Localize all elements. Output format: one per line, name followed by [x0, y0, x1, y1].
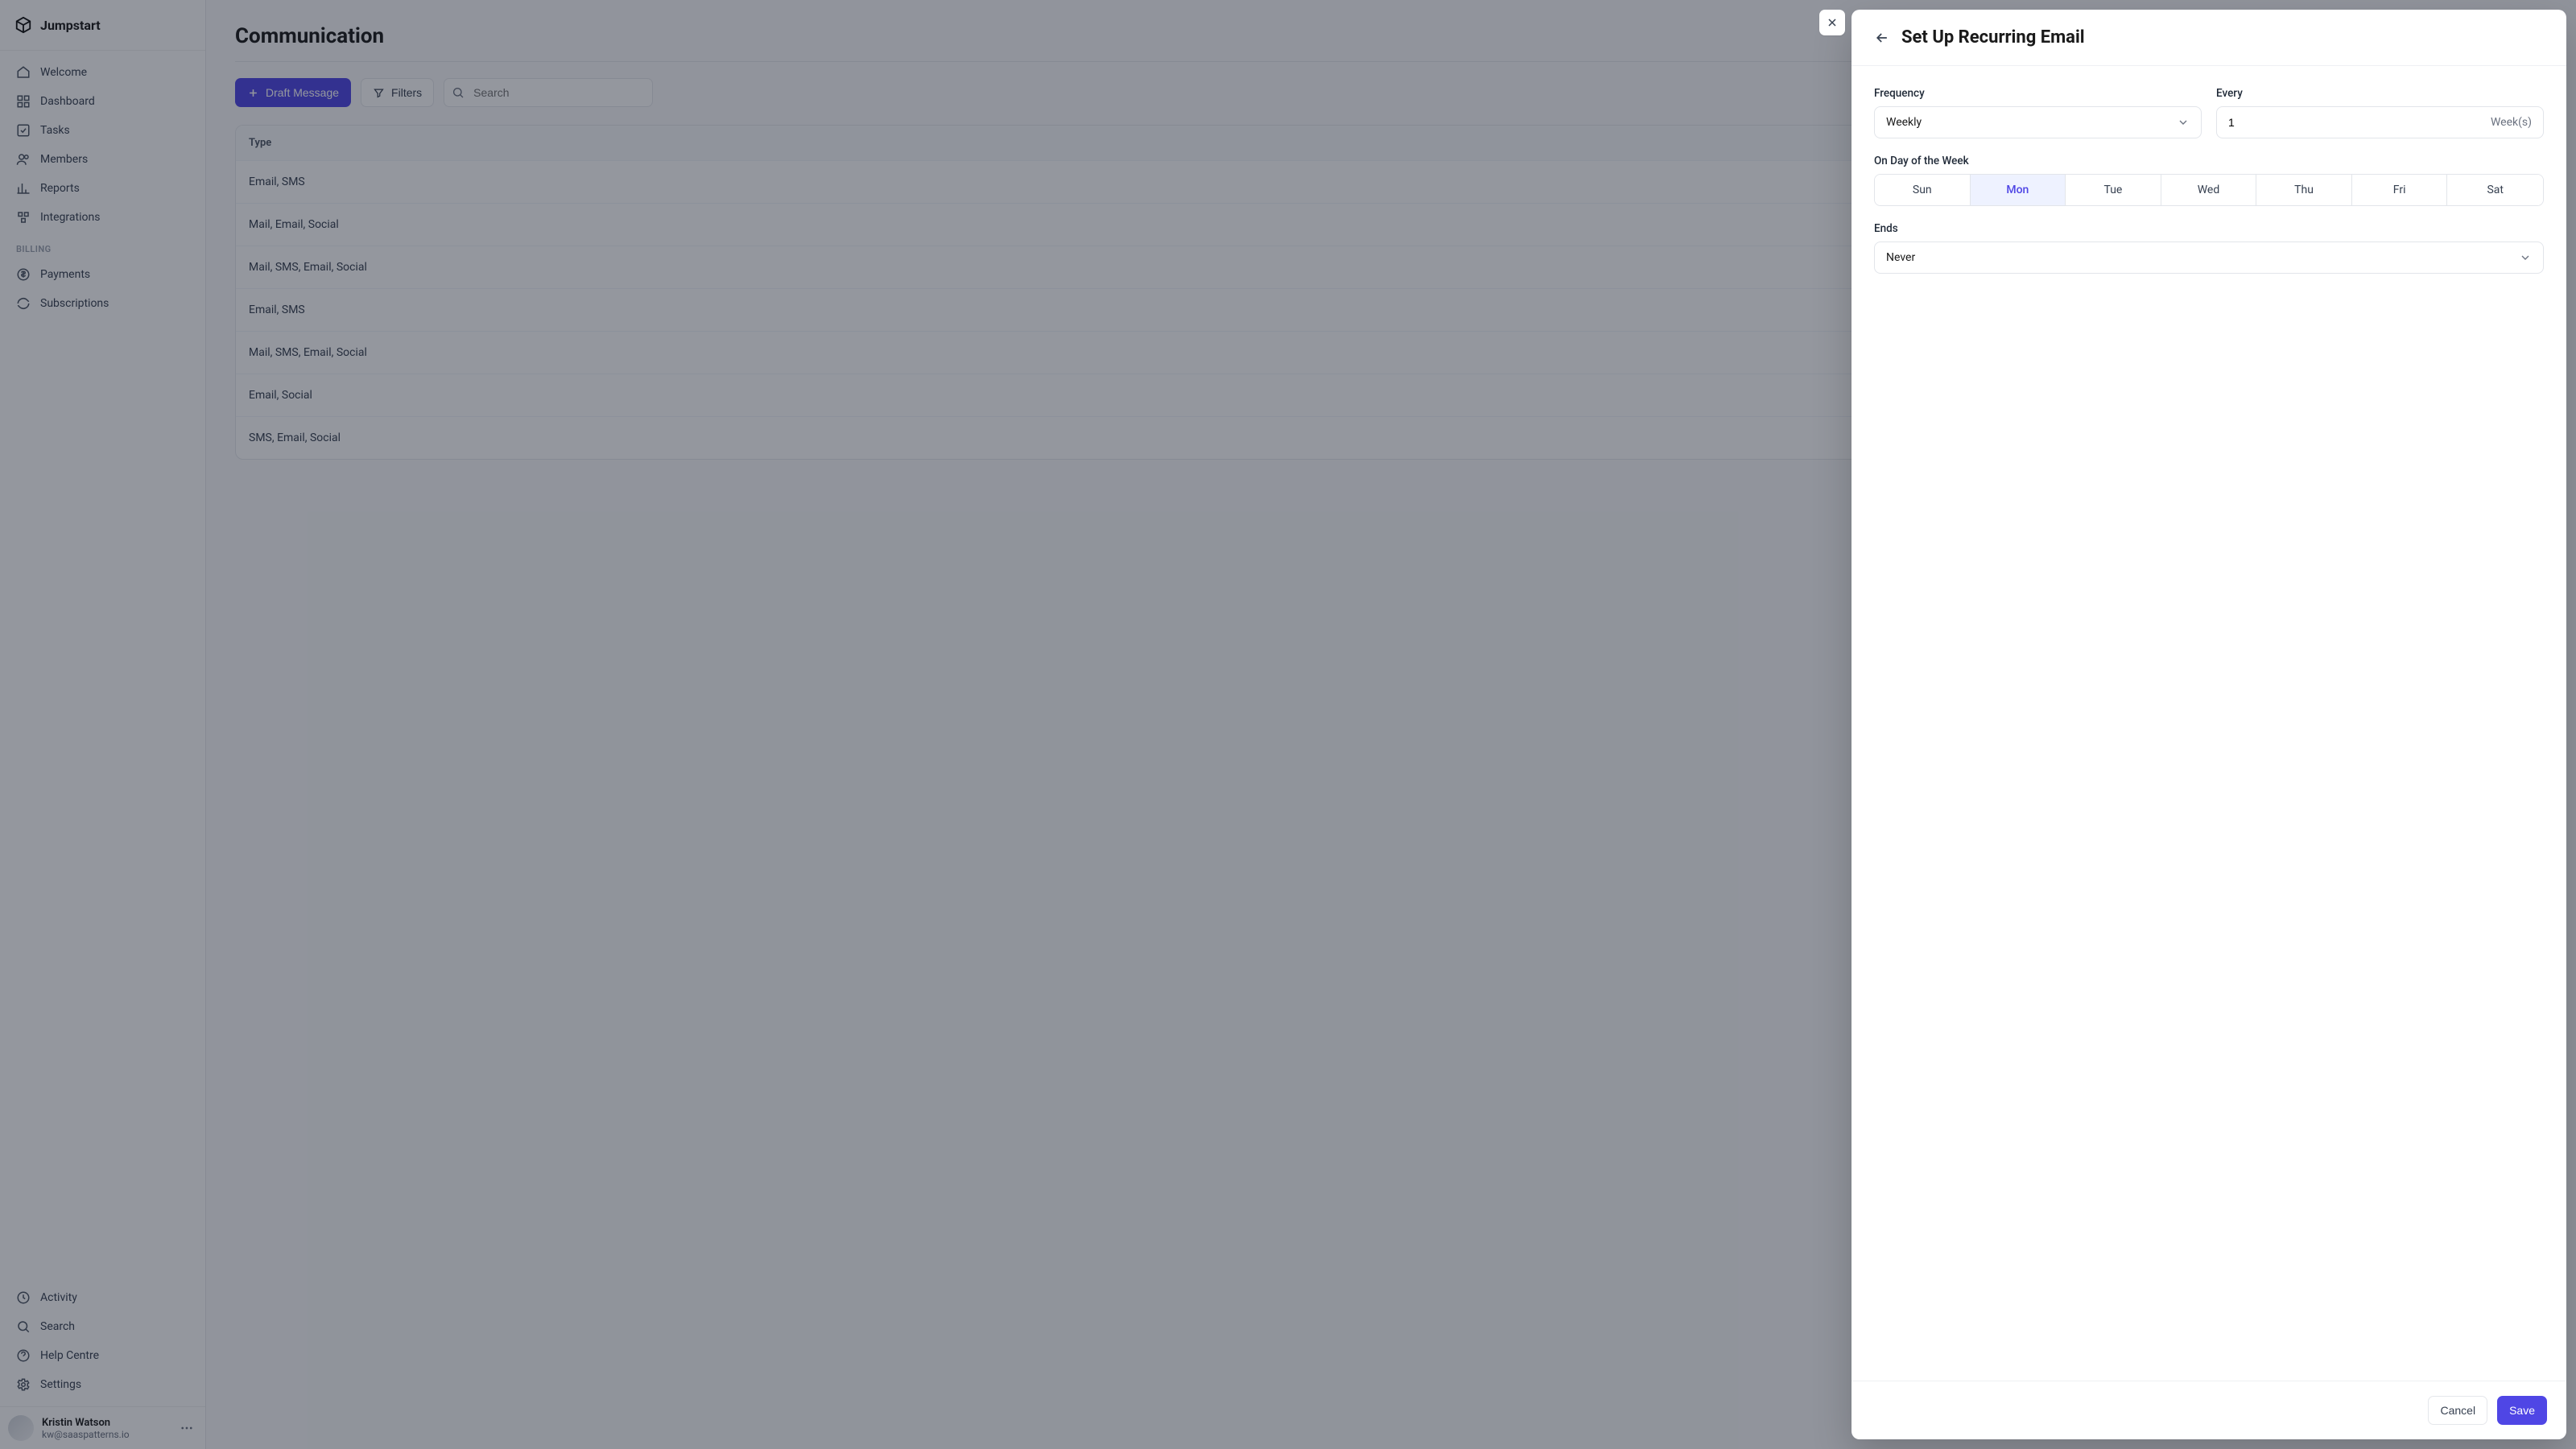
- frequency-value: Weekly: [1886, 116, 1922, 129]
- day-tab-fri[interactable]: Fri: [2352, 175, 2448, 205]
- day-label: On Day of the Week: [1874, 155, 2544, 167]
- day-tab-sun[interactable]: Sun: [1875, 175, 1971, 205]
- panel-title: Set Up Recurring Email: [1901, 27, 2085, 47]
- chevron-down-icon: [2177, 116, 2190, 129]
- ends-group: Ends Never: [1874, 222, 2544, 274]
- close-button[interactable]: [1819, 10, 1845, 35]
- every-unit: Week(s): [2491, 116, 2532, 129]
- every-value-input[interactable]: [2228, 116, 2277, 129]
- panel-header: Set Up Recurring Email: [1852, 10, 2566, 66]
- day-group: On Day of the Week Sun Mon Tue Wed Thu F…: [1874, 155, 2544, 206]
- close-icon: [1826, 16, 1839, 29]
- button-label: Cancel: [2440, 1404, 2475, 1417]
- day-tab-thu[interactable]: Thu: [2256, 175, 2352, 205]
- day-tabs: Sun Mon Tue Wed Thu Fri Sat: [1874, 174, 2544, 206]
- frequency-select[interactable]: Weekly: [1874, 106, 2202, 138]
- chevron-down-icon: [2519, 251, 2532, 264]
- frequency-label: Frequency: [1874, 87, 2202, 100]
- every-input-wrap: Week(s): [2216, 106, 2544, 138]
- ends-select[interactable]: Never: [1874, 242, 2544, 274]
- back-button[interactable]: [1874, 30, 1890, 46]
- day-tab-mon[interactable]: Mon: [1971, 175, 2066, 205]
- recurring-email-panel: Set Up Recurring Email Frequency Weekly …: [1852, 10, 2566, 1439]
- panel-footer: Cancel Save: [1852, 1381, 2566, 1439]
- save-button[interactable]: Save: [2497, 1396, 2547, 1425]
- ends-value: Never: [1886, 251, 1915, 264]
- button-label: Save: [2509, 1404, 2535, 1417]
- day-tab-tue[interactable]: Tue: [2066, 175, 2161, 205]
- cancel-button[interactable]: Cancel: [2428, 1396, 2487, 1425]
- frequency-group: Frequency Weekly: [1874, 87, 2202, 138]
- every-group: Every Week(s): [2216, 87, 2544, 138]
- day-tab-sat[interactable]: Sat: [2447, 175, 2543, 205]
- day-tab-wed[interactable]: Wed: [2161, 175, 2257, 205]
- ends-label: Ends: [1874, 222, 2544, 235]
- every-label: Every: [2216, 87, 2544, 100]
- arrow-left-icon: [1874, 30, 1890, 46]
- panel-body: Frequency Weekly Every Week(s): [1852, 66, 2566, 1381]
- modal-overlay: Set Up Recurring Email Frequency Weekly …: [0, 0, 2576, 1449]
